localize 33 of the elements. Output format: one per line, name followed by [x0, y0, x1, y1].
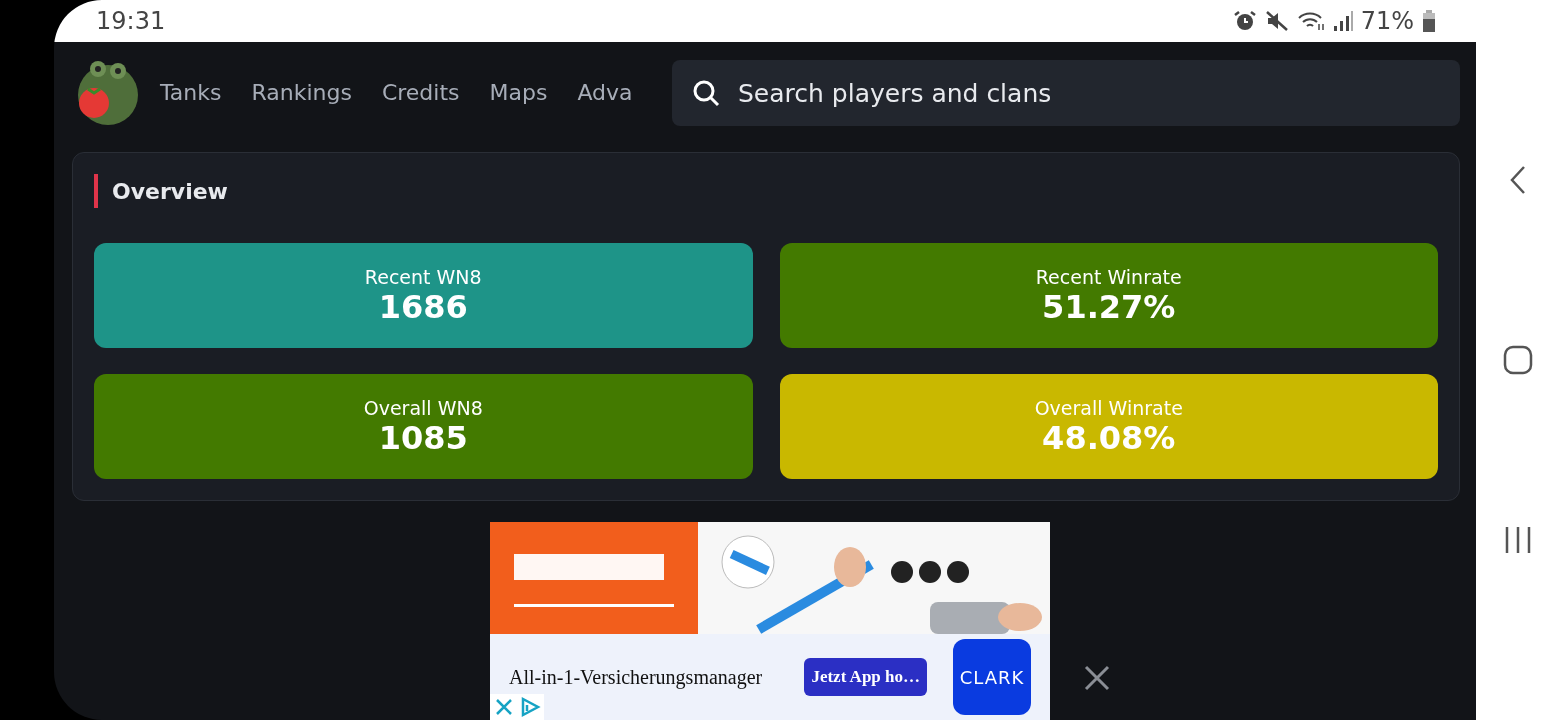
battery-icon [1422, 10, 1436, 32]
stat-value: 51.27% [1042, 287, 1176, 326]
ad-logo: CLARK [953, 639, 1031, 715]
nav-link[interactable]: Adva [577, 79, 633, 105]
back-icon[interactable] [1508, 165, 1528, 195]
mute-icon [1264, 10, 1289, 32]
stat-label: Recent Winrate [1035, 265, 1182, 288]
status-time: 19:31 [96, 7, 167, 35]
nav-link[interactable]: Tanks [160, 79, 222, 105]
home-icon[interactable] [1503, 345, 1533, 375]
signal-icon [1332, 10, 1353, 32]
search-bar[interactable]: Search players and clans [672, 60, 1460, 126]
stat-label: Overall Winrate [1034, 396, 1183, 419]
stat-value: 1686 [378, 287, 468, 326]
nav-link[interactable]: Credits [381, 79, 460, 105]
recent-apps-icon[interactable] [1504, 525, 1532, 555]
nav-link[interactable]: Maps [489, 79, 548, 105]
wifi-icon [1296, 10, 1325, 32]
play-triangle-icon[interactable] [519, 696, 541, 718]
stat-label: Overall WN8 [363, 396, 483, 419]
stat-value: 48.08% [1042, 418, 1176, 457]
ad-cta-button[interactable]: Jetzt App ho… [804, 658, 927, 696]
nav-link[interactable]: Rankings [251, 79, 352, 105]
battery-percent: 71% [1360, 7, 1414, 35]
alarm-icon [1232, 10, 1257, 32]
ad-headline: All-in-1-Versicherungsmanager [509, 665, 764, 689]
close-icon[interactable] [1084, 665, 1110, 691]
search-icon [692, 79, 720, 107]
stat-value: 1085 [378, 418, 468, 457]
overview-title: Overview [112, 178, 228, 204]
search-input[interactable]: Search players and clans [736, 77, 1460, 109]
stat-label: Recent WN8 [364, 265, 482, 288]
ad-banner[interactable]: All-in-1-Versicherungsmanager Jetzt App ho… CLARK [490, 522, 1050, 720]
